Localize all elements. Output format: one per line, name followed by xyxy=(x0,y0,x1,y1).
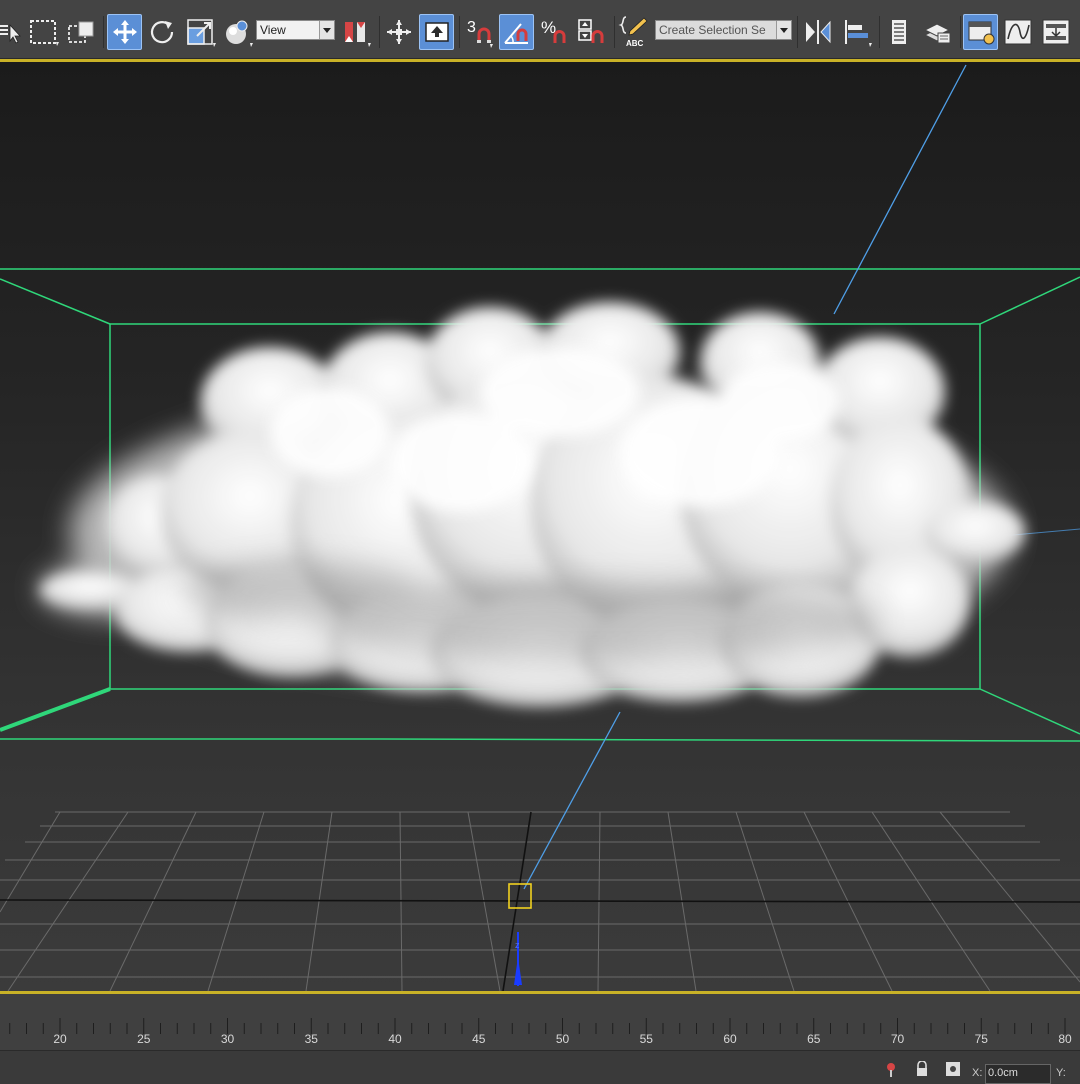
rectangular-selection-icon[interactable] xyxy=(26,14,62,50)
toolbar-separator xyxy=(459,16,460,48)
named-selection-set-select[interactable]: Create Selection Se xyxy=(655,20,792,40)
edit-named-sets-label: ABC xyxy=(626,39,644,48)
camera-line-top xyxy=(833,64,967,315)
toggle-scene-explorer-icon[interactable] xyxy=(882,14,916,50)
toolbar-separator xyxy=(379,16,380,48)
select-manipulate-icon[interactable] xyxy=(382,14,416,50)
timeline-tick-label: 35 xyxy=(304,1032,318,1046)
chevron-down-icon[interactable] xyxy=(776,21,791,39)
toolbar-separator xyxy=(103,16,104,48)
pivot-gizmo-box[interactable] xyxy=(508,883,532,909)
pin-icon[interactable] xyxy=(884,1061,898,1077)
world-axis-x xyxy=(0,899,1080,903)
edit-named-selection-sets-icon[interactable]: ABC xyxy=(617,14,651,50)
timeline-tick-label: 45 xyxy=(472,1032,486,1046)
window-crossing-icon[interactable] xyxy=(64,14,98,50)
reference-coordinate-system-value: View xyxy=(260,23,286,37)
timeline-ticks xyxy=(9,1018,1066,1034)
select-and-rotate-icon[interactable] xyxy=(145,14,179,50)
cloud-volume[interactable] xyxy=(40,302,1025,707)
perspective-viewport[interactable]: z xyxy=(0,59,1080,994)
track-bar[interactable]: 20 25 30 35 40 45 50 55 60 65 70 75 80 xyxy=(0,994,1080,1050)
timeline-tick-label: 50 xyxy=(555,1032,570,1046)
snap-toggle-label: 3 xyxy=(467,19,476,36)
select-and-place-icon[interactable] xyxy=(221,14,255,50)
y-coordinate-label: Y: xyxy=(1056,1067,1066,1079)
toggle-layer-explorer-icon[interactable] xyxy=(919,14,955,50)
keyboard-shortcut-override-icon[interactable] xyxy=(419,14,454,50)
timeline-tick-label: 80 xyxy=(1058,1032,1072,1046)
toggle-ribbon-icon[interactable] xyxy=(963,14,998,50)
select-and-move-icon[interactable] xyxy=(107,14,142,50)
align-icon[interactable] xyxy=(839,14,875,50)
z-axis-label: z xyxy=(515,940,520,950)
use-pivot-center-icon[interactable] xyxy=(338,14,374,50)
timeline-tick-label: 40 xyxy=(388,1032,402,1046)
toolbar-separator xyxy=(614,16,615,48)
viewport-scene: z xyxy=(0,64,1080,991)
mirror-icon[interactable] xyxy=(800,14,836,50)
toolbar-separator xyxy=(960,16,961,48)
reference-coordinate-system-select[interactable]: View xyxy=(256,20,335,40)
timeline-tick-label: 30 xyxy=(220,1032,235,1046)
selection-lock-icon[interactable] xyxy=(945,1061,961,1077)
x-coordinate-label: X: xyxy=(972,1067,983,1079)
timeline-tick-label: 60 xyxy=(723,1032,737,1046)
x-coordinate-field[interactable]: 0.0cm xyxy=(985,1064,1051,1084)
timeline-tick-label: 55 xyxy=(639,1032,653,1046)
timeline-tick-label: 70 xyxy=(890,1032,905,1046)
percent-snap-toggle-icon[interactable]: % xyxy=(537,14,571,50)
chevron-down-icon[interactable] xyxy=(319,21,334,39)
snaps-toggle-icon[interactable]: 3 xyxy=(462,14,496,50)
toolbar-separator xyxy=(797,16,798,48)
spinner-snap-toggle-icon[interactable] xyxy=(574,14,608,50)
camera-line-bottom xyxy=(523,711,621,890)
timeline-tick-label: 75 xyxy=(974,1032,988,1046)
select-by-name-icon[interactable] xyxy=(0,14,22,50)
named-selection-set-placeholder: Create Selection Se xyxy=(659,23,766,37)
curve-editor-icon[interactable] xyxy=(1000,14,1036,50)
status-bar xyxy=(0,1050,1080,1081)
angle-snap-toggle-icon[interactable] xyxy=(499,14,534,50)
select-and-scale-icon[interactable] xyxy=(183,14,219,50)
toolbar-separator xyxy=(879,16,880,48)
timeline-tick-label: 20 xyxy=(53,1032,67,1046)
timeline-tick-label: 65 xyxy=(807,1032,821,1046)
main-toolbar: View 3 % ABC Create Selection Se xyxy=(0,0,1080,59)
schematic-view-icon[interactable] xyxy=(1038,14,1074,50)
lock-icon[interactable] xyxy=(915,1061,929,1077)
timeline-tick-label: 25 xyxy=(137,1032,151,1046)
